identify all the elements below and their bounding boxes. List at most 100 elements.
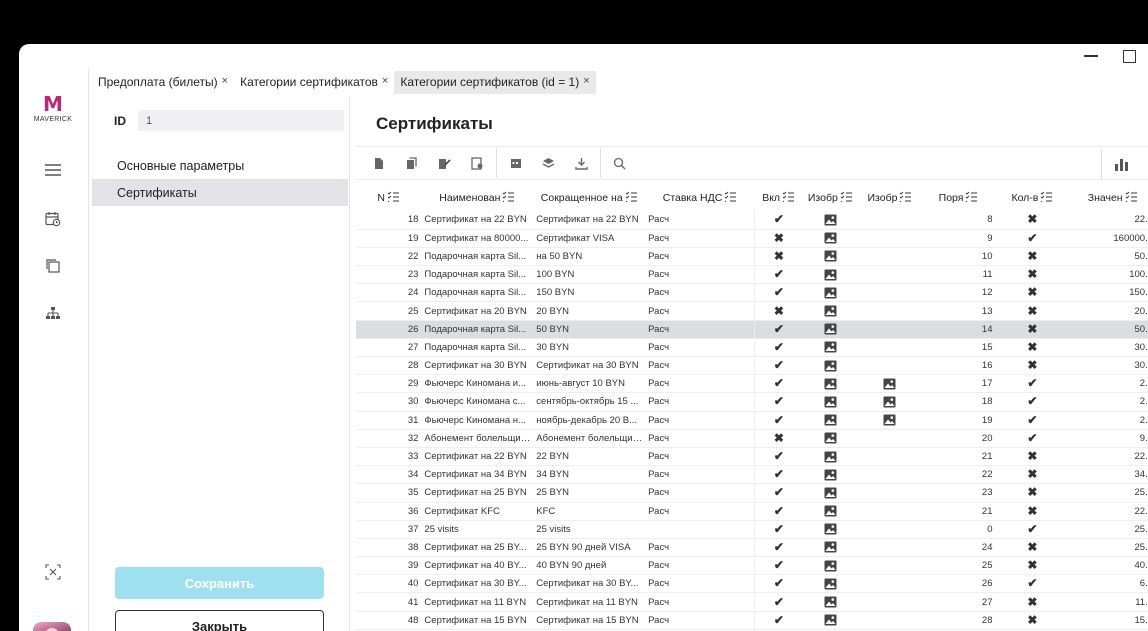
hierarchy-icon[interactable] [43, 304, 63, 324]
table-row[interactable]: 38 Сертификат на 25 BY... 25 BYN 90 дней V… [356, 538, 1148, 558]
filter-list-icon[interactable] [502, 191, 515, 205]
cell-vat-rate: Расч [645, 429, 755, 448]
column-header[interactable]: Изобр [858, 184, 921, 211]
filter-list-icon[interactable] [625, 191, 638, 205]
nav-item-main-params[interactable]: Основные параметры [92, 152, 348, 179]
cell-short-name: KFC [533, 502, 646, 521]
table-cell [858, 447, 922, 467]
table-cell: ✖ [754, 247, 803, 267]
table-cell: ✔ [754, 374, 803, 394]
column-header[interactable]: Вкл [755, 184, 802, 211]
cell-value: 25.0 [1069, 483, 1148, 503]
avatar[interactable] [33, 622, 71, 631]
table-row[interactable]: 22 Подарочная карта Sil... на 50 BYN Расч ✖ 1… [356, 247, 1148, 267]
filter-list-icon[interactable] [965, 191, 978, 205]
table-row[interactable]: 23 Подарочная карта Sil... 100 BYN Расч ✔ 11 ✖… [356, 265, 1148, 285]
close-icon[interactable]: × [583, 75, 589, 94]
column-header[interactable]: Ставка НДС [645, 184, 755, 211]
copy-icon[interactable] [43, 256, 63, 276]
table-cell: ✔ [754, 483, 803, 503]
table-row[interactable]: 35Сертификат на 25 BYN25 BYNРасч ✔ 23 ✖ 25.0 [356, 483, 1148, 503]
cell-short-name: Сертификат на 15 BYN [533, 611, 646, 630]
save-button[interactable]: Сохранить [115, 567, 324, 599]
table-cell [858, 556, 922, 576]
table-row[interactable]: 18 Сертификат на 22 BYN Сертификат на 22 B… [356, 211, 1148, 230]
table-row[interactable]: 41 Сертификат на 11 BYN Сертификат на 11 B… [356, 592, 1148, 612]
filter-list-icon[interactable] [840, 191, 853, 205]
filter-list-icon[interactable] [1125, 191, 1138, 205]
table-body: 18 Сертификат на 22 BYN Сертификат на 22 B… [356, 211, 1148, 630]
filter-list-icon[interactable] [387, 191, 400, 205]
table-cell [858, 465, 922, 485]
table-row[interactable]: 40 Сертификат на 30 BY... Сертификат на 30… [356, 574, 1148, 594]
cell-name: Сертификат на 40 BY... [421, 556, 534, 576]
table-row[interactable]: 39 Сертификат на 40 BY... 40 BYN 90 дней Ра… [356, 556, 1148, 576]
table-row[interactable]: 19 Сертификат на 80000... Сертификат VISA Р… [356, 229, 1148, 248]
table-row[interactable]: 25Сертификат на 20 BYN20 BYNРасч ✖ 13 ✖ 20.0 [356, 301, 1148, 321]
table-row[interactable]: 34Сертификат на 34 BYN34 BYNРасч ✔ 22 ✖ 34.0 [356, 465, 1148, 485]
cell-name: Сертификат на 25 BYN [421, 483, 534, 503]
check-icon: ✔ [773, 376, 784, 391]
filter-list-icon[interactable] [1040, 191, 1053, 205]
layers-button[interactable] [532, 149, 565, 177]
close-button[interactable]: Закрыть [115, 610, 324, 631]
cell-order: 19 [921, 411, 996, 430]
filter-list-icon[interactable] [782, 191, 795, 205]
table-row[interactable]: 31 Фьючерс Киномана н... ноябрь-декабрь 20… [356, 411, 1148, 430]
cell-vat-rate: Расч [645, 538, 755, 558]
table-cell [858, 411, 922, 430]
chart-button[interactable] [1101, 149, 1130, 179]
calendar-clock-icon[interactable] [43, 209, 63, 229]
image-icon [824, 214, 837, 226]
column-header[interactable]: Наименован [421, 184, 533, 211]
table-row[interactable]: 26 Подарочная карта Sil... 50 BYN Расч ✔ 14 ✖ 5… [356, 320, 1148, 339]
cell-vat-rate: Расч [645, 411, 755, 430]
view-button[interactable] [461, 149, 494, 177]
column-header[interactable]: Сокращенное на [533, 184, 645, 211]
nav-item-certificates[interactable]: Сертификаты [92, 179, 348, 206]
cell-vat-rate: Расч [645, 374, 755, 394]
table-row[interactable]: 3725 visits25 visits✔0✔25.0 [356, 520, 1148, 539]
table-row[interactable]: 48 Сертификат на 15 BYN Сертификат на 15 B… [356, 611, 1148, 630]
column-header[interactable]: Значен [1069, 184, 1148, 211]
tab-prepayment[interactable]: Предоплата (билеты) × [92, 71, 234, 94]
app-window: M MAVERICK Предоплата (билеты) × Категори… [19, 44, 1148, 631]
column-header[interactable]: Кол-в [995, 184, 1069, 211]
column-header[interactable]: Поря [922, 184, 996, 211]
menu-icon[interactable] [43, 160, 63, 180]
table-cell: ✔ [754, 356, 803, 376]
close-icon[interactable]: × [382, 75, 388, 94]
table-row[interactable]: 33Сертификат на 22 BYN22 BYNРасч ✔ 21 ✖ 22.0 [356, 447, 1148, 467]
minimize-button[interactable] [1084, 49, 1098, 63]
table-row[interactable]: 36Сертификат KFCKFCРасч ✔ 21 ✖ 22.0 [356, 502, 1148, 521]
cell-value: 9.0 [1069, 429, 1148, 448]
table-row[interactable]: 29 Фьючерс Киномана и... июнь-август 10 BY… [356, 374, 1148, 394]
table-row[interactable]: 27 Подарочная карта Sil... 30 BYN Расч ✔ 15 ✖ 3… [356, 338, 1148, 358]
table-cell: ✔ [754, 320, 803, 339]
cell-order: 21 [921, 447, 996, 467]
copy-button[interactable] [395, 149, 428, 177]
table-cell: ✔ [754, 211, 803, 230]
table-row[interactable]: 32 Абонемент болельщика Абонемент болельщи… [356, 429, 1148, 448]
collapse-icon[interactable] [43, 562, 63, 582]
calendar-button[interactable] [499, 149, 532, 177]
id-field[interactable] [138, 110, 344, 131]
download-icon [575, 157, 588, 170]
filter-list-icon[interactable] [724, 191, 737, 205]
cell-name: Сертификат на 34 BYN [421, 465, 534, 485]
export-button[interactable] [565, 149, 598, 177]
table-row[interactable]: 24 Подарочная карта Sil... 150 BYN Расч ✔ 12 ✖… [356, 283, 1148, 303]
tab-certificate-categories[interactable]: Категории сертификатов × [234, 71, 394, 94]
close-icon[interactable]: × [222, 75, 228, 94]
table-row[interactable]: 30 Фьючерс Киномана с... сентябрь-октябрь … [356, 392, 1148, 412]
maximize-button[interactable] [1122, 49, 1136, 63]
edit-button[interactable] [428, 149, 461, 177]
column-header[interactable]: N [356, 184, 421, 211]
filter-list-icon[interactable] [899, 191, 912, 205]
new-document-button[interactable] [362, 149, 395, 177]
cell-name: Фьючерс Киномана и... [421, 374, 534, 394]
column-header[interactable]: Изобр [802, 184, 858, 211]
table-row[interactable]: 28 Сертификат на 30 BYN Сертификат на 30 B… [356, 356, 1148, 376]
tab-certificate-category-1[interactable]: Категории сертификатов (id = 1) × [394, 71, 596, 94]
search-button[interactable] [603, 149, 636, 177]
